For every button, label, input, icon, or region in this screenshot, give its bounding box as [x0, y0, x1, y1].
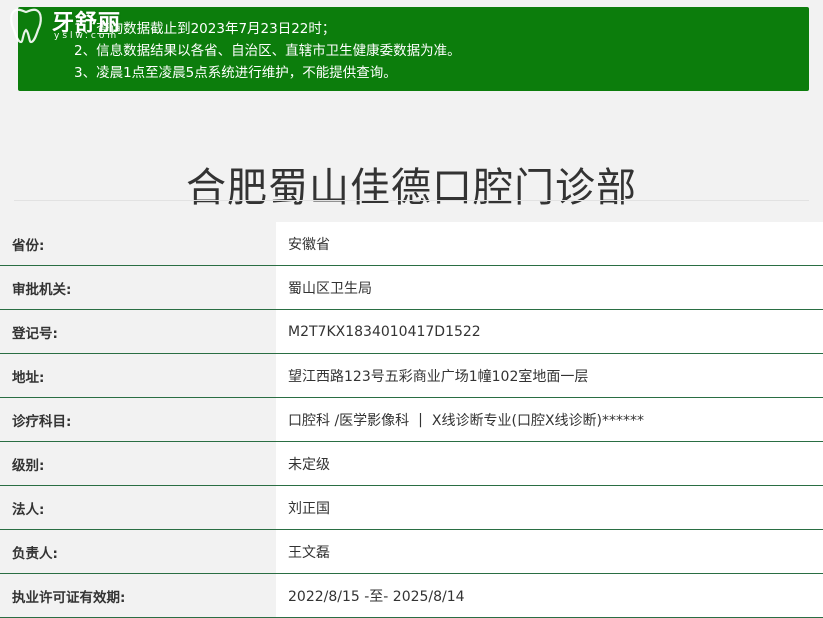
row-label: 地址: [0, 354, 276, 397]
table-row: 执业许可证有效期: 2022/8/15 -至- 2025/8/14 [0, 574, 823, 618]
row-label: 负责人: [0, 530, 276, 573]
page-title: 合肥蜀山佳德口腔门诊部 [186, 164, 637, 211]
table-row: 审批机关: 蜀山区卫生局 [0, 266, 823, 310]
table-row: 地址: 望江西路123号五彩商业广场1幢102室地面一层 [0, 354, 823, 398]
row-value: 未定级 [276, 442, 823, 485]
info-table: 省份: 安徽省 审批机关: 蜀山区卫生局 登记号: M2T7KX18340104… [0, 222, 823, 618]
row-value: 口腔科 /医学影像科 | X线诊断专业(口腔X线诊断)****** [276, 398, 823, 441]
row-value: 王文磊 [276, 530, 823, 573]
row-label: 执业许可证有效期: [0, 574, 276, 617]
row-label: 级别: [0, 442, 276, 485]
row-value: 安徽省 [276, 222, 823, 265]
table-row: 负责人: 王文磊 [0, 530, 823, 574]
table-row: 诊疗科目: 口腔科 /医学影像科 | X线诊断专业(口腔X线诊断)****** [0, 398, 823, 442]
row-label: 审批机关: [0, 266, 276, 309]
subject-primary: 口腔科 /医学影像科 [288, 412, 410, 429]
table-row: 级别: 未定级 [0, 442, 823, 486]
notice-line-3: 3、凌晨1点至凌晨5点系统进行维护，不能提供查询。 [74, 65, 397, 81]
row-value: 刘正国 [276, 486, 823, 529]
subject-separator: | [418, 411, 423, 428]
table-row: 登记号: M2T7KX1834010417D1522 [0, 310, 823, 354]
row-label: 诊疗科目: [0, 398, 276, 441]
row-label: 登记号: [0, 310, 276, 353]
row-value: 蜀山区卫生局 [276, 266, 823, 309]
row-value: 2022/8/15 -至- 2025/8/14 [276, 574, 823, 617]
title-divider [14, 200, 809, 201]
site-logo[interactable]: 牙舒丽 yslw.com [4, 2, 144, 46]
row-value: 望江西路123号五彩商业广场1幢102室地面一层 [276, 354, 823, 397]
row-label: 法人: [0, 486, 276, 529]
subject-secondary: X线诊断专业(口腔X线诊断)****** [431, 412, 644, 429]
table-row: 省份: 安徽省 [0, 222, 823, 266]
tooth-logo-icon [10, 8, 42, 44]
logo-domain: yslw.com [54, 31, 120, 41]
table-row: 法人: 刘正国 [0, 486, 823, 530]
row-value: M2T7KX1834010417D1522 [276, 310, 823, 353]
row-label: 省份: [0, 222, 276, 265]
